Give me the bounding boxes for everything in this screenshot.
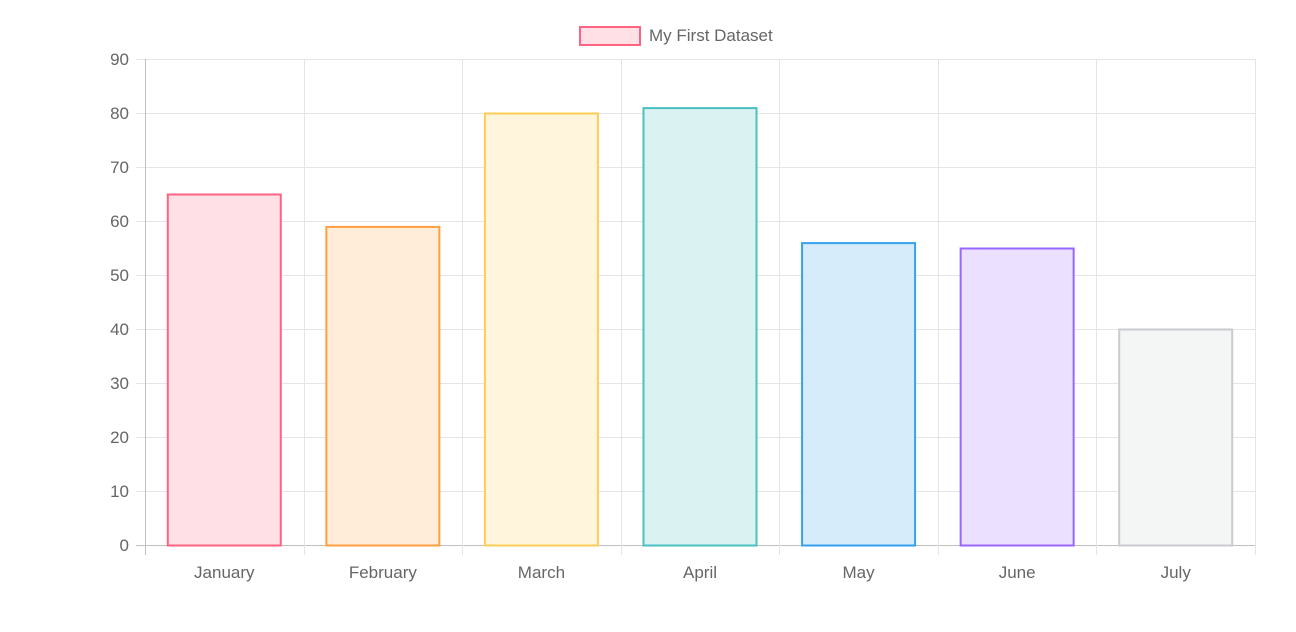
- legend-swatch[interactable]: [579, 26, 641, 46]
- y-tick-label: 90: [110, 50, 129, 69]
- x-tick-label: February: [349, 563, 418, 582]
- x-tick-label: July: [1161, 563, 1192, 582]
- x-tick-label: January: [194, 563, 255, 582]
- bar-april[interactable]: [642, 107, 758, 547]
- bar-chart: 0 10 20 30 40 50 60 70 80 90 January February March A…: [0, 0, 1296, 627]
- y-tick-label: 10: [110, 482, 129, 501]
- y-tick-label: 20: [110, 428, 129, 447]
- y-tick-label: 30: [110, 374, 129, 393]
- bar-june[interactable]: [959, 247, 1075, 547]
- y-tick-label: 60: [110, 212, 129, 231]
- legend[interactable]: My First Dataset: [579, 26, 773, 46]
- bar-july[interactable]: [1118, 328, 1234, 547]
- bar-may[interactable]: [801, 242, 917, 547]
- bar-january[interactable]: [166, 193, 282, 547]
- y-tick-label: 70: [110, 158, 129, 177]
- x-tick-label: June: [999, 563, 1036, 582]
- chart-canvas: 0 10 20 30 40 50 60 70 80 90 January February March A…: [110, 26, 1256, 582]
- legend-label[interactable]: My First Dataset: [649, 26, 773, 45]
- y-tick-label: 0: [120, 536, 129, 555]
- y-tick-label: 80: [110, 104, 129, 123]
- bars: [166, 107, 1234, 547]
- x-tick-label: March: [518, 563, 565, 582]
- bar-february[interactable]: [325, 225, 441, 547]
- x-tick-label: April: [683, 563, 717, 582]
- x-tick-label: May: [843, 563, 876, 582]
- y-tick-label: 50: [110, 266, 129, 285]
- y-tick-label: 40: [110, 320, 129, 339]
- bar-march[interactable]: [483, 112, 599, 547]
